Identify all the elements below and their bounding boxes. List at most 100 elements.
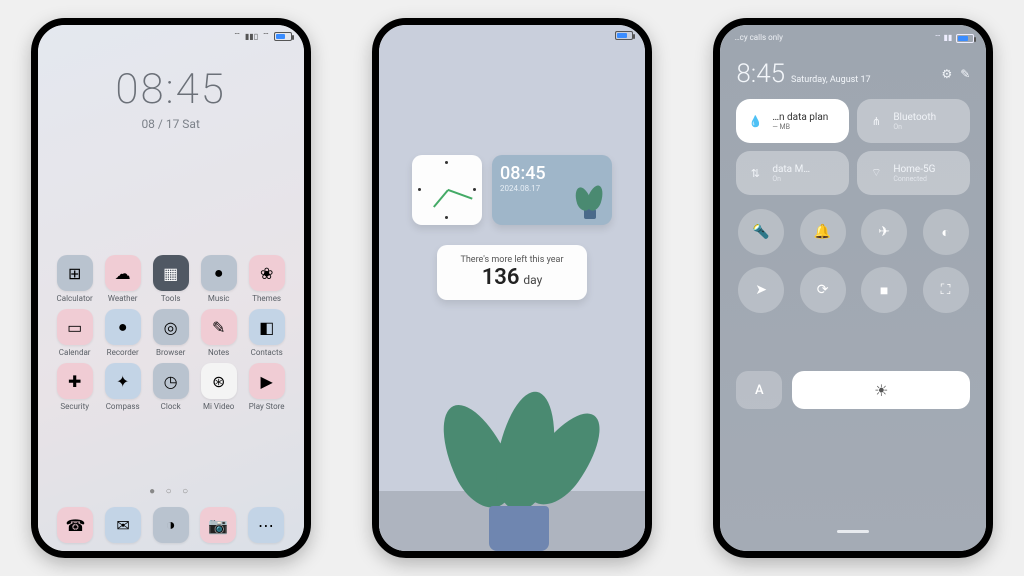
drag-handle[interactable]: [837, 530, 869, 533]
countdown-unit: day: [523, 273, 542, 287]
app-icon: ●: [105, 309, 141, 345]
tile-data-m-[interactable]: ⇅data M…On: [736, 151, 849, 195]
app-grid: ⊞Calculator☁Weather▦Tools● Music ❀ Themes ▭ C…: [52, 255, 290, 411]
app-label: Recorder: [107, 348, 139, 357]
tile-icon: ⌔: [867, 164, 885, 182]
app-weather[interactable]: ☁Weather: [100, 255, 146, 303]
tile-icon: ⋔: [867, 112, 885, 130]
tile-label: BluetoothOn: [893, 112, 936, 131]
toggle-bell[interactable]: 🔔: [800, 209, 846, 255]
plant-graphic: [419, 351, 625, 551]
carrier-label: …cy calls only: [734, 33, 783, 42]
app-label: Mi Video: [203, 402, 234, 411]
app-themes[interactable]: ❀ Themes: [244, 255, 290, 303]
tile-label: …n data plan— MB: [772, 112, 828, 131]
countdown-value: 136: [482, 265, 520, 290]
toggle-location[interactable]: ➤: [738, 267, 784, 313]
app-icon: 📷: [200, 507, 236, 543]
toggle-scan[interactable]: ⛶: [923, 267, 969, 313]
app-label: Weather: [108, 294, 138, 303]
app-label: Play Store: [249, 402, 285, 411]
app-icon: ❀: [249, 255, 285, 291]
dock-app-1[interactable]: ✉: [99, 507, 147, 543]
app-label: Themes: [252, 294, 281, 303]
app-icon: ◷: [153, 363, 189, 399]
toggle-rotate[interactable]: ⟳: [800, 267, 846, 313]
tile-icon: 💧: [746, 112, 764, 130]
app-security[interactable]: ✚Security: [52, 363, 98, 411]
tile-bluetooth[interactable]: ⋔ BluetoothOn: [857, 99, 970, 143]
app-recorder[interactable]: ● Recorder: [100, 309, 146, 357]
app-label: Tools: [161, 294, 181, 303]
app-browser[interactable]: ◎Browser: [148, 309, 194, 357]
edit-icon[interactable]: ✎: [960, 67, 970, 81]
app-icon: ⋯: [248, 507, 284, 543]
page-indicator[interactable]: ● ○ ○: [38, 486, 304, 497]
launcher-screen[interactable]: ⌔ ▮▮▯ ⌔ 08:45 08 / 17 Sat ⊞Calculator☁We…: [38, 25, 304, 551]
dock-app-4[interactable]: ⋯: [242, 507, 290, 543]
countdown-widget[interactable]: There's more left this year 136 day: [437, 245, 587, 300]
app-label: Clock: [161, 402, 181, 411]
toggle-video[interactable]: ■: [861, 267, 907, 313]
toggle-airplane[interactable]: ✈: [861, 209, 907, 255]
dock-app-0[interactable]: ☎: [52, 507, 100, 543]
toggle-grid: 🔦 🔔 ✈ ◐ ➤ ⟳ ■ ⛶: [736, 209, 970, 313]
app-compass[interactable]: ✦Compass: [100, 363, 146, 411]
app-icon: ✉: [105, 507, 141, 543]
app-play-store[interactable]: ▶ Play Store: [244, 363, 290, 411]
app-icon: ◧: [249, 309, 285, 345]
app-label: Calendar: [59, 348, 91, 357]
toggle-flashlight[interactable]: 🔦: [738, 209, 784, 255]
widget-screen[interactable]: 08:45 2024.08.17 There's more left this …: [379, 25, 645, 551]
battery-icon: [956, 34, 974, 43]
phone-widgets: 08:45 2024.08.17 There's more left this …: [372, 18, 652, 558]
quick-tiles: 💧…n data plan— MB⋔BluetoothOn⇅data M…On⌔…: [736, 99, 970, 195]
app-notes[interactable]: ✎ Notes: [196, 309, 242, 357]
app-calculator[interactable]: ⊞Calculator: [52, 255, 98, 303]
bluetooth-icon: ⌔: [233, 31, 241, 41]
app-icon: ⊛: [201, 363, 237, 399]
home-clock: 08:45: [38, 65, 304, 114]
countdown-label: There's more left this year: [447, 255, 577, 265]
home-date: 08 / 17 Sat: [38, 117, 304, 131]
app-music[interactable]: ● Music: [196, 255, 242, 303]
app-icon: ▭: [57, 309, 93, 345]
tile--n-data-plan[interactable]: 💧 …n data plan— MB: [736, 99, 849, 143]
app-icon: ⊞: [57, 255, 93, 291]
tile-home-5g[interactable]: ⌔ Home-5GConnected: [857, 151, 970, 195]
analog-clock-widget[interactable]: [412, 155, 482, 225]
wifi-icon: ⌔: [262, 31, 270, 41]
toggle-contrast[interactable]: ◐: [923, 209, 969, 255]
app-clock[interactable]: ◷ Clock: [148, 363, 194, 411]
app-calendar[interactable]: ▭ Calendar: [52, 309, 98, 357]
app-icon: ✎: [201, 309, 237, 345]
battery-icon: [274, 32, 292, 41]
auto-brightness-button[interactable]: A: [736, 371, 782, 409]
app-icon: ●: [201, 255, 237, 291]
app-contacts[interactable]: ◧ Contacts: [244, 309, 290, 357]
settings-icon[interactable]: ⚙: [941, 67, 952, 81]
brightness-icon: ☀: [874, 381, 888, 400]
control-center[interactable]: …cy calls only ⌔ ▮▮ 8:45 Saturday, Augus…: [720, 25, 986, 551]
app-mi-video[interactable]: ⊛ Mi Video: [196, 363, 242, 411]
signal-icon: ▮▮▯: [245, 32, 258, 41]
app-label: Music: [208, 294, 230, 303]
cc-clock: 8:45: [736, 59, 785, 89]
app-icon: ◑: [153, 507, 189, 543]
tile-icon: ⇅: [746, 164, 764, 182]
digital-clock-widget[interactable]: 08:45 2024.08.17: [492, 155, 612, 225]
bluetooth-icon: ⌔ ▮▮: [934, 33, 952, 43]
app-icon: ▶: [249, 363, 285, 399]
dock: ☎✉ ◑ 📷 ⋯: [52, 507, 290, 543]
battery-icon: [615, 31, 633, 40]
dock-app-2[interactable]: ◑: [147, 507, 195, 543]
app-icon: ✚: [57, 363, 93, 399]
app-tools[interactable]: ▦Tools: [148, 255, 194, 303]
app-label: Contacts: [251, 348, 283, 357]
brightness-slider[interactable]: ☀: [792, 371, 970, 409]
status-bar: [615, 31, 633, 40]
app-label: Notes: [208, 348, 229, 357]
phone-control-center: …cy calls only ⌔ ▮▮ 8:45 Saturday, Augus…: [713, 18, 993, 558]
dock-app-3[interactable]: 📷: [194, 507, 242, 543]
tile-label: Home-5GConnected: [893, 164, 935, 183]
